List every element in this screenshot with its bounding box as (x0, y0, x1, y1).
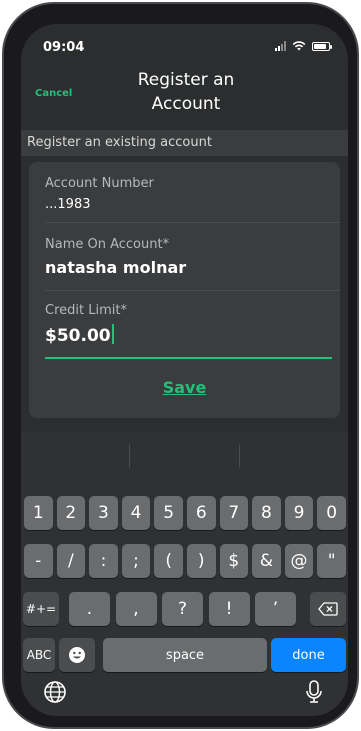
save-button[interactable]: Save (29, 378, 340, 397)
microphone-icon[interactable] (305, 680, 323, 704)
space-key[interactable]: space (103, 638, 267, 672)
done-key[interactable]: done (271, 638, 346, 672)
delete-key[interactable] (310, 592, 346, 626)
register-form-card: Account Number ...1983 Name On Account* … (29, 162, 340, 418)
divider (239, 444, 240, 468)
keyboard: 1234567890 - /:;() $ & @ " #+= .,?!’ ABC sp (21, 432, 348, 716)
divider (45, 290, 340, 291)
symbol-key[interactable]: - (24, 544, 53, 578)
credit-limit-label: Credit Limit* (45, 303, 127, 318)
number-key[interactable]: 7 (219, 496, 249, 530)
predictive-bar (21, 432, 348, 480)
number-key[interactable]: 3 (89, 496, 118, 530)
number-key[interactable]: 9 (284, 496, 314, 530)
number-key[interactable]: 0 (317, 496, 346, 530)
wifi-icon (292, 41, 306, 51)
phone-frame: 09:04 Cancel Register an Account Registe… (2, 2, 359, 729)
punctuation-key[interactable]: ! (208, 592, 250, 626)
name-on-account-label: Name On Account* (45, 237, 170, 252)
account-number-label: Account Number (45, 176, 154, 191)
globe-icon[interactable] (43, 680, 67, 704)
emoji-icon (69, 647, 85, 663)
symbol-key[interactable]: ( (154, 544, 183, 578)
cancel-button[interactable]: Cancel (35, 88, 72, 99)
symbol-key[interactable]: & (252, 544, 281, 578)
punctuation-key[interactable]: ’ (255, 592, 296, 626)
symbol-key[interactable]: @ (284, 544, 314, 578)
credit-limit-underline (45, 357, 332, 359)
backspace-icon (318, 602, 338, 616)
status-time: 09:04 (43, 40, 85, 55)
symbol-key[interactable]: ) (187, 544, 216, 578)
page-title: Register an Account (137, 70, 235, 114)
account-number-field[interactable]: Account Number ...1983 (45, 176, 332, 212)
punctuation-key[interactable]: ? (162, 592, 203, 626)
credit-limit-field[interactable]: Credit Limit* $50.00 (45, 303, 332, 346)
punctuation-key[interactable]: . (69, 592, 110, 626)
symbol-key[interactable]: $ (219, 544, 249, 578)
name-on-account-field[interactable]: Name On Account* natasha molnar (45, 237, 332, 277)
symbol-key[interactable]: ; (121, 544, 151, 578)
number-key[interactable]: 6 (187, 496, 216, 530)
divider (45, 222, 340, 223)
punctuation-key[interactable]: , (115, 592, 157, 626)
abc-key[interactable]: ABC (23, 638, 55, 672)
number-key[interactable]: 5 (154, 496, 183, 530)
more-symbols-key[interactable]: #+= (23, 592, 59, 626)
nav-bar: Cancel Register an Account (21, 68, 348, 126)
number-key[interactable]: 1 (24, 496, 53, 530)
name-on-account-value[interactable]: natasha molnar (45, 258, 332, 277)
signal-icon (275, 41, 286, 51)
emoji-key[interactable] (59, 638, 95, 672)
battery-icon (312, 41, 332, 51)
divider (129, 444, 130, 468)
section-header: Register an existing account (21, 130, 348, 156)
account-number-value: ...1983 (45, 197, 91, 212)
symbol-key[interactable]: / (56, 544, 86, 578)
status-icons (275, 41, 332, 51)
symbol-key[interactable]: " (317, 544, 346, 578)
number-key[interactable]: 4 (121, 496, 151, 530)
number-key[interactable]: 2 (56, 496, 86, 530)
keyboard-footer (21, 672, 348, 712)
credit-limit-value[interactable]: $50.00 (45, 326, 111, 346)
symbol-key[interactable]: : (89, 544, 118, 578)
status-bar: 09:04 (21, 24, 348, 68)
text-cursor (111, 324, 114, 344)
screen: 09:04 Cancel Register an Account Registe… (21, 24, 348, 716)
number-key[interactable]: 8 (252, 496, 281, 530)
